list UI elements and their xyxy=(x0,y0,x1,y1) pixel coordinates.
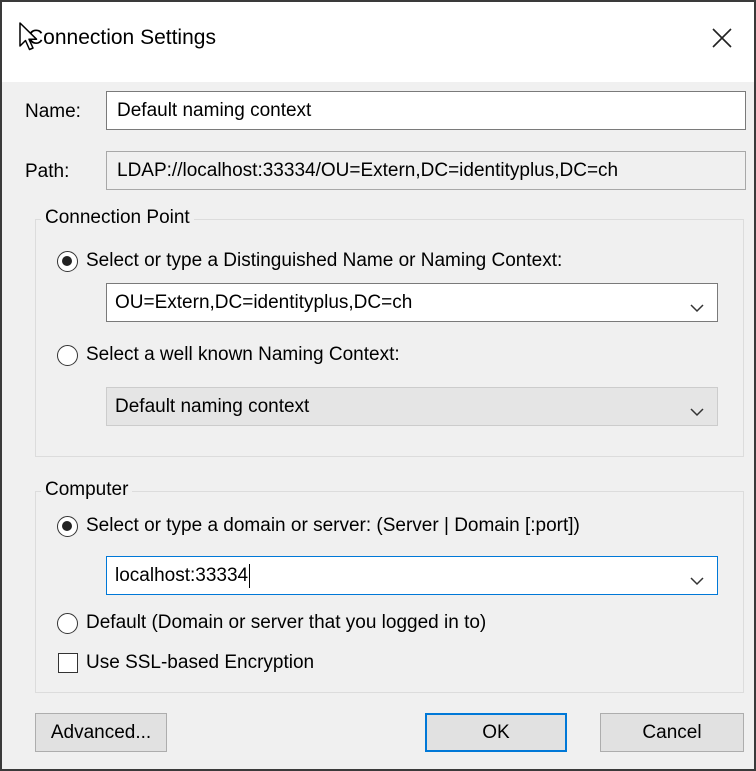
chevron-down-icon xyxy=(690,297,704,319)
path-field: LDAP://localhost:33334/OU=Extern,DC=iden… xyxy=(106,151,746,190)
server-combo[interactable]: localhost:33334 xyxy=(106,556,718,595)
cursor-icon xyxy=(19,22,39,58)
cancel-button[interactable]: Cancel xyxy=(600,713,744,752)
close-button[interactable] xyxy=(700,16,744,60)
name-label: Name: xyxy=(25,101,81,122)
ok-button[interactable]: OK xyxy=(425,713,567,752)
connection-settings-dialog: Connection Settings Name: Default naming… xyxy=(0,0,756,771)
advanced-button[interactable]: Advanced... xyxy=(35,713,167,752)
distinguished-name-value: OU=Extern,DC=identityplus,DC=ch xyxy=(115,292,413,313)
radio-domain-server-label[interactable]: Select or type a domain or server: (Serv… xyxy=(86,515,580,537)
distinguished-name-combo[interactable]: OU=Extern,DC=identityplus,DC=ch xyxy=(106,283,718,322)
computer-label: Computer xyxy=(41,479,133,501)
name-input[interactable]: Default naming context xyxy=(106,91,746,130)
server-input[interactable]: localhost:33334 xyxy=(115,557,251,594)
title-bar: Connection Settings xyxy=(2,2,754,82)
well-known-context-value: Default naming context xyxy=(115,396,310,417)
chevron-down-icon xyxy=(690,401,704,423)
chevron-down-icon xyxy=(690,570,704,592)
text-caret xyxy=(249,563,251,588)
path-label: Path: xyxy=(25,161,70,182)
ssl-checkbox-label[interactable]: Use SSL-based Encryption xyxy=(86,652,314,674)
connection-point-label: Connection Point xyxy=(41,207,194,229)
radio-distinguished-name[interactable] xyxy=(57,251,78,272)
close-icon xyxy=(712,28,732,48)
radio-well-known-context[interactable] xyxy=(57,345,78,366)
ssl-checkbox[interactable] xyxy=(58,653,78,673)
radio-domain-server[interactable] xyxy=(57,516,78,537)
radio-default-domain[interactable] xyxy=(57,613,78,634)
window-title: Connection Settings xyxy=(28,26,216,49)
radio-well-known-context-label[interactable]: Select a well known Naming Context: xyxy=(86,344,400,366)
radio-distinguished-name-label[interactable]: Select or type a Distinguished Name or N… xyxy=(86,250,562,272)
radio-default-domain-label[interactable]: Default (Domain or server that you logge… xyxy=(86,612,486,634)
well-known-context-combo[interactable]: Default naming context xyxy=(106,387,718,426)
